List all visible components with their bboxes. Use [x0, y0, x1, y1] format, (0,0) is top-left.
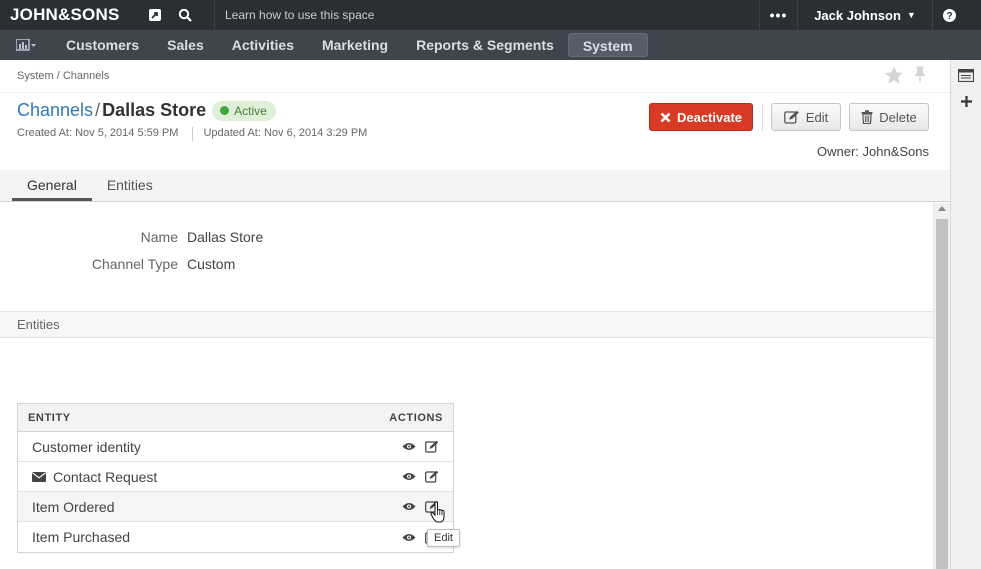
close-icon — [660, 112, 671, 123]
nav-activities[interactable]: Activities — [218, 33, 308, 57]
user-menu[interactable]: Jack Johnson ▼ — [797, 0, 933, 30]
delete-button[interactable]: Delete — [849, 103, 929, 131]
more-menu-button[interactable]: ••• — [759, 0, 797, 30]
nav-system[interactable]: System — [567, 33, 648, 57]
edit-button[interactable]: Edit — [771, 103, 841, 131]
edit-label: Edit — [805, 109, 829, 125]
row-actions — [402, 440, 439, 453]
view-eye-icon[interactable] — [402, 442, 416, 451]
trash-icon — [861, 110, 873, 124]
caret-down-icon: ▼ — [906, 10, 916, 20]
help-search-hint[interactable]: Learn how to use this space — [214, 0, 759, 30]
svg-text:?: ? — [946, 11, 952, 22]
table-row: Item Ordered — [18, 492, 453, 522]
nav-sales[interactable]: Sales — [153, 33, 218, 57]
button-separator — [762, 103, 763, 131]
nav-marketing[interactable]: Marketing — [308, 33, 402, 57]
entities-table: ENTITY ACTIONS Customer identity Contact… — [17, 403, 454, 553]
sidebar-panel-icon[interactable] — [951, 62, 981, 88]
type-field-label-wrap: Channel Type — [0, 256, 178, 274]
tab-general[interactable]: General — [12, 170, 92, 201]
add-widget-icon[interactable] — [951, 88, 981, 114]
main-content: Name Dallas Store Channel Type Custom En… — [0, 203, 933, 569]
header-actions — [884, 66, 928, 88]
record-meta: Created At: Nov 5, 2014 5:59 PM Updated … — [17, 127, 367, 141]
channels-link[interactable]: Channels — [17, 100, 93, 121]
view-eye-icon[interactable] — [402, 533, 416, 542]
table-row: Item Purchased — [18, 522, 453, 552]
tab-entities[interactable]: Entities — [92, 170, 168, 201]
column-actions: ACTIONS — [389, 411, 443, 424]
edit-icon — [783, 110, 800, 124]
nav-reports-segments[interactable]: Reports & Segments — [402, 33, 568, 57]
status-dot-icon — [220, 106, 230, 115]
record-name: Dallas Store — [102, 100, 207, 120]
edit-tooltip: Edit — [427, 529, 460, 547]
user-name: Jack Johnson — [814, 7, 901, 23]
meta-separator — [192, 127, 194, 141]
app-logo[interactable]: JOHN&SONS — [0, 0, 140, 30]
deactivate-button[interactable]: Deactivate — [649, 103, 753, 131]
main-nav: Customers Sales Activities Marketing Rep… — [0, 30, 981, 60]
view-eye-icon[interactable] — [402, 502, 416, 511]
scroll-up-arrow-icon[interactable] — [938, 206, 946, 211]
name-label: Name — [140, 229, 178, 245]
updated-at: Updated At: Nov 6, 2014 3:29 PM — [203, 127, 368, 139]
entities-section-title: Entities — [0, 311, 933, 338]
entity-name-wrap: Contact Request — [32, 469, 157, 485]
owner-info: Owner: John&Sons — [817, 144, 930, 159]
pin-icon[interactable] — [912, 66, 928, 88]
deactivate-label: Deactivate — [676, 109, 743, 125]
page-title: Channels / Dallas Store Active — [17, 100, 276, 121]
search-icon[interactable] — [170, 0, 200, 30]
vertical-scrollbar[interactable] — [933, 203, 950, 569]
edit-icon[interactable] — [425, 440, 439, 453]
dashboard-menu-button[interactable] — [0, 30, 52, 60]
entity-name: Item Ordered — [32, 498, 115, 515]
top-bar: JOHN&SONS Learn how to use this space ••… — [0, 0, 981, 30]
edit-icon[interactable] — [425, 470, 439, 483]
right-sidebar — [950, 60, 981, 569]
view-eye-icon[interactable] — [402, 472, 416, 481]
row-actions — [402, 470, 439, 483]
created-at: Created At: Nov 5, 2014 5:59 PM — [17, 127, 179, 139]
breadcrumb: System / Channels — [17, 70, 110, 82]
table-row: Contact Request — [18, 462, 453, 492]
entity-name: Item Purchased — [32, 529, 131, 545]
name-field-label-wrap: Name — [0, 229, 178, 247]
nav-customers[interactable]: Customers — [52, 33, 153, 57]
header-separator — [0, 92, 950, 93]
status-label: Active — [234, 103, 267, 118]
status-badge: Active — [212, 100, 276, 121]
entity-name: Customer identity — [32, 438, 141, 455]
table-header: ENTITY ACTIONS — [18, 404, 453, 432]
envelope-icon — [32, 471, 46, 482]
favorite-star-icon[interactable] — [884, 66, 904, 88]
name-value: Dallas Store — [187, 229, 264, 245]
hand-cursor-icon — [430, 501, 446, 526]
scrollbar-thumb[interactable] — [936, 219, 948, 569]
channel-type-label: Channel Type — [91, 256, 178, 272]
tab-bar: General Entities — [0, 170, 950, 202]
delete-label: Delete — [879, 109, 917, 125]
help-icon[interactable]: ? — [933, 0, 965, 30]
title-separator: / — [95, 100, 101, 120]
shortcut-icon[interactable] — [140, 0, 170, 30]
table-row: Customer identity — [18, 432, 453, 462]
channel-type-value: Custom — [187, 256, 236, 272]
column-entity: ENTITY — [28, 411, 71, 424]
entity-name: Contact Request — [53, 468, 158, 485]
